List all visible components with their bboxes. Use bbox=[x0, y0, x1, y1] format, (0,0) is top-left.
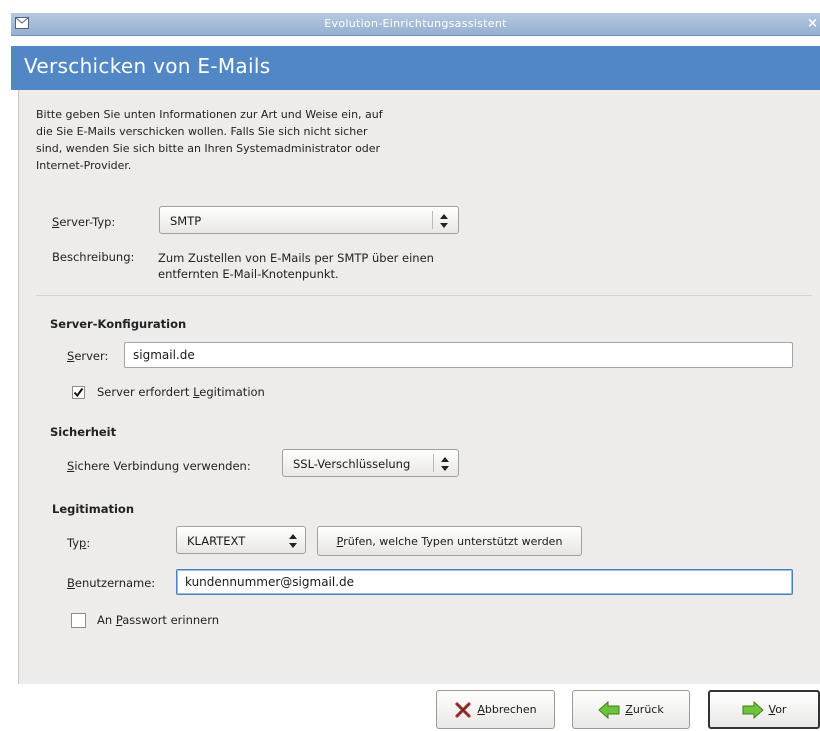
auth-required-label[interactable]: Server erfordert Legitimation bbox=[97, 385, 265, 399]
checkmark-icon bbox=[73, 387, 84, 398]
ssl-select[interactable]: SSL-Verschlüsselung bbox=[282, 449, 459, 477]
auth-type-value: KLARTEXT bbox=[187, 534, 246, 548]
forward-button[interactable]: Vor bbox=[708, 690, 820, 729]
auth-required-checkbox[interactable] bbox=[72, 386, 85, 399]
remember-password-label[interactable]: An Passwort erinnern bbox=[97, 613, 219, 627]
intro-text: Bitte geben Sie unten Informationen zur … bbox=[36, 108, 383, 172]
cancel-label: Abbrechen bbox=[477, 703, 537, 716]
window-titlebar[interactable]: Evolution-Einrichtungsassistent × bbox=[11, 13, 820, 36]
username-input[interactable]: kundennummer@sigmail.de bbox=[176, 569, 793, 595]
server-type-select[interactable]: SMTP bbox=[159, 206, 459, 234]
updown-arrows-icon bbox=[289, 534, 297, 548]
cancel-icon bbox=[455, 701, 471, 718]
page-title: Verschicken von E-Mails bbox=[24, 54, 271, 78]
button-bar: Abbrechen Zurück Vor bbox=[11, 684, 820, 731]
arrow-right-icon bbox=[742, 700, 764, 719]
close-icon[interactable]: × bbox=[807, 16, 818, 31]
window-title: Evolution-Einrichtungsassistent bbox=[324, 17, 507, 30]
check-types-button[interactable]: Prüfen, welche Typen unterstützt werden bbox=[317, 526, 582, 556]
server-type-label: Server-Typ: bbox=[52, 215, 116, 229]
back-button[interactable]: Zurück bbox=[572, 690, 690, 729]
arrow-left-icon bbox=[598, 700, 620, 719]
auth-type-label: Typ: bbox=[67, 536, 91, 550]
security-heading: Sicherheit bbox=[50, 425, 117, 439]
updown-arrows-icon bbox=[440, 214, 448, 228]
auth-heading: Legitimation bbox=[52, 502, 135, 516]
page-header: Verschicken von E-Mails bbox=[11, 46, 820, 90]
forward-label: Vor bbox=[768, 703, 787, 716]
username-label: Benutzername: bbox=[67, 576, 156, 590]
back-label: Zurück bbox=[625, 703, 664, 716]
description-label: Beschreibung: bbox=[52, 250, 135, 264]
server-input[interactable]: sigmail.de bbox=[124, 342, 793, 368]
server-config-heading: Server-Konfiguration bbox=[50, 317, 187, 331]
server-type-value: SMTP bbox=[170, 214, 202, 228]
ssl-value: SSL-Verschlüsselung bbox=[293, 457, 411, 471]
ssl-label: Sichere Verbindung verwenden: bbox=[67, 459, 251, 473]
description-text: Zum Zustellen von E-Mails per SMTP über … bbox=[158, 251, 434, 281]
cancel-button[interactable]: Abbrechen bbox=[436, 690, 555, 729]
server-label: Server: bbox=[67, 349, 109, 363]
auth-type-select[interactable]: KLARTEXT bbox=[176, 526, 306, 554]
main-panel: Bitte geben Sie unten Informationen zur … bbox=[18, 90, 820, 685]
updown-arrows-icon bbox=[441, 457, 449, 471]
divider bbox=[36, 295, 812, 296]
remember-password-checkbox[interactable] bbox=[71, 613, 86, 628]
